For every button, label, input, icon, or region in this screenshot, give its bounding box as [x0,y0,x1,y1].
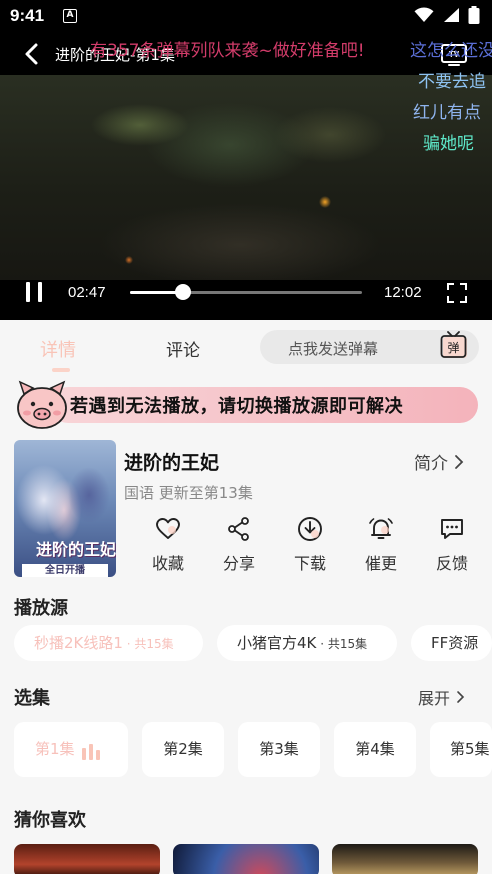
battery-icon [468,6,480,24]
source-chip[interactable]: FF资源 [411,625,492,661]
episodes-title: 选集 [14,688,50,709]
feedback-button[interactable]: 反馈 [422,516,482,578]
playing-equalizer-icon [82,744,104,760]
danmu-comment: 不要去追 [418,72,486,92]
eq-bar [89,744,93,760]
player-controls: 02:47 12:02 [0,278,492,308]
episode-item[interactable]: 第3集 [238,722,320,777]
share-button[interactable]: 分享 [209,516,269,578]
wifi-icon [414,7,434,23]
details-panel: 详情 评论 点我发送弹幕 弹 若遇到无法播放，请切换播放源即可解决 进阶的王妃 … [0,320,492,874]
remind-update-button[interactable]: 催更 [351,516,411,578]
source-name: 秒播2K线路1 [34,634,123,652]
danmu-send-icon[interactable]: 弹 [440,331,470,361]
status-bar: 9:41 A [0,0,492,34]
danmu-comment: 有357条弹幕列队来袭~做好准备吧! [90,41,365,61]
download-button[interactable]: 下载 [280,516,340,578]
recommendation-thumbnail[interactable] [14,844,160,874]
status-icons [414,6,480,24]
intro-label: 简介 [414,454,448,474]
sources-title: 播放源 [14,598,68,619]
back-icon[interactable] [22,42,42,66]
chevron-right-icon [455,454,464,469]
progress-bar[interactable] [130,284,362,300]
danmu-send-label: 弹 [447,341,459,355]
feedback-icon [441,519,463,539]
episode-item[interactable]: 第4集 [334,722,416,777]
tab-bar: 详情 评论 点我发送弹幕 弹 [0,320,492,376]
notification-icon: A [63,9,77,23]
episode-label: 第1集 [35,740,75,758]
danmu-comment: 骗她呢 [423,134,474,154]
action-label: 反馈 [435,554,468,573]
pause-icon-bar [38,282,42,302]
video-player[interactable]: 9:41 A 进阶的王妃-第1集 TV 有357条弹幕列队来袭~做好准备吧! 这… [0,0,492,320]
source-name: 小猪官方4K [237,634,317,652]
episode-label: 第3集 [259,740,299,758]
download-icon [298,517,322,541]
tab-indicator [52,368,70,372]
tab-details[interactable]: 详情 [40,336,76,362]
source-count: · 共15集 [316,637,368,651]
source-list: 秒播2K线路1 · 共15集 小猪官方4K · 共15集 FF资源 [14,625,492,663]
danmu-input[interactable]: 点我发送弹幕 弹 [260,330,479,364]
signal-icon [444,8,459,22]
eq-bar [82,748,86,760]
status-time: 9:41 [10,6,45,25]
source-count: · 共15集 [122,637,174,651]
favorite-button[interactable]: 收藏 [138,516,198,578]
episode-item[interactable]: 第2集 [142,722,224,777]
notice-banner: 若遇到无法播放，请切换播放源即可解决 [14,378,478,436]
current-time: 02:47 [68,284,106,301]
expand-episodes-link[interactable]: 展开 [418,685,465,709]
eq-bar [96,750,100,760]
episode-item[interactable]: 第5集 [430,722,492,777]
bell-icon [369,518,393,539]
episode-label: 第5集 [450,740,490,758]
heart-icon [156,518,180,539]
action-label: 分享 [222,554,255,573]
pig-mascot-icon [17,380,67,429]
danmu-comment: 红儿有点 [413,103,481,123]
expand-label: 展开 [418,689,451,708]
action-row: 收藏 分享 下载 催更 反馈 [138,516,492,578]
recommendations-title: 猜你喜欢 [14,810,86,831]
fullscreen-icon[interactable] [446,282,468,304]
source-name: FF资源 [431,634,479,652]
intro-link[interactable]: 简介 [414,449,464,474]
poster-title: 进阶的王妃 [36,540,116,559]
show-info: 进阶的王妃 全日开播 进阶的王妃 国语 更新至第13集 简介 收藏 分享 下载 … [14,440,492,580]
progress-thumb[interactable] [175,284,192,300]
show-meta: 国语 更新至第13集 [124,484,253,502]
recommendation-list [14,844,492,874]
danmu-input-placeholder: 点我发送弹幕 [288,340,379,358]
recommendation-thumbnail[interactable] [332,844,478,874]
pause-button[interactable] [24,282,44,304]
pause-icon-bar [26,282,30,302]
danmu-comment: 这怎么还没 [410,41,492,61]
source-chip[interactable]: 小猪官方4K · 共15集 [217,625,397,661]
show-poster[interactable]: 进阶的王妃 全日开播 [14,440,116,577]
tab-comments[interactable]: 评论 [166,336,200,361]
chevron-right-icon [457,691,465,703]
recommendation-thumbnail[interactable] [173,844,319,874]
notice-text: 若遇到无法播放，请切换播放源即可解决 [70,396,403,417]
show-title: 进阶的王妃 [124,452,220,474]
episode-item[interactable]: 第1集 [14,722,128,777]
episode-list: 第1集 第2集 第3集 第4集 第5集 [14,722,492,778]
source-chip[interactable]: 秒播2K线路1 · 共15集 [14,625,203,661]
episode-label: 第2集 [163,740,203,758]
share-icon [228,517,249,541]
action-label: 催更 [364,554,397,573]
action-label: 下载 [293,554,326,573]
total-time: 12:02 [384,284,422,301]
poster-tag: 全日开播 [22,564,108,577]
action-label: 收藏 [151,554,184,573]
episode-label: 第4集 [355,740,395,758]
